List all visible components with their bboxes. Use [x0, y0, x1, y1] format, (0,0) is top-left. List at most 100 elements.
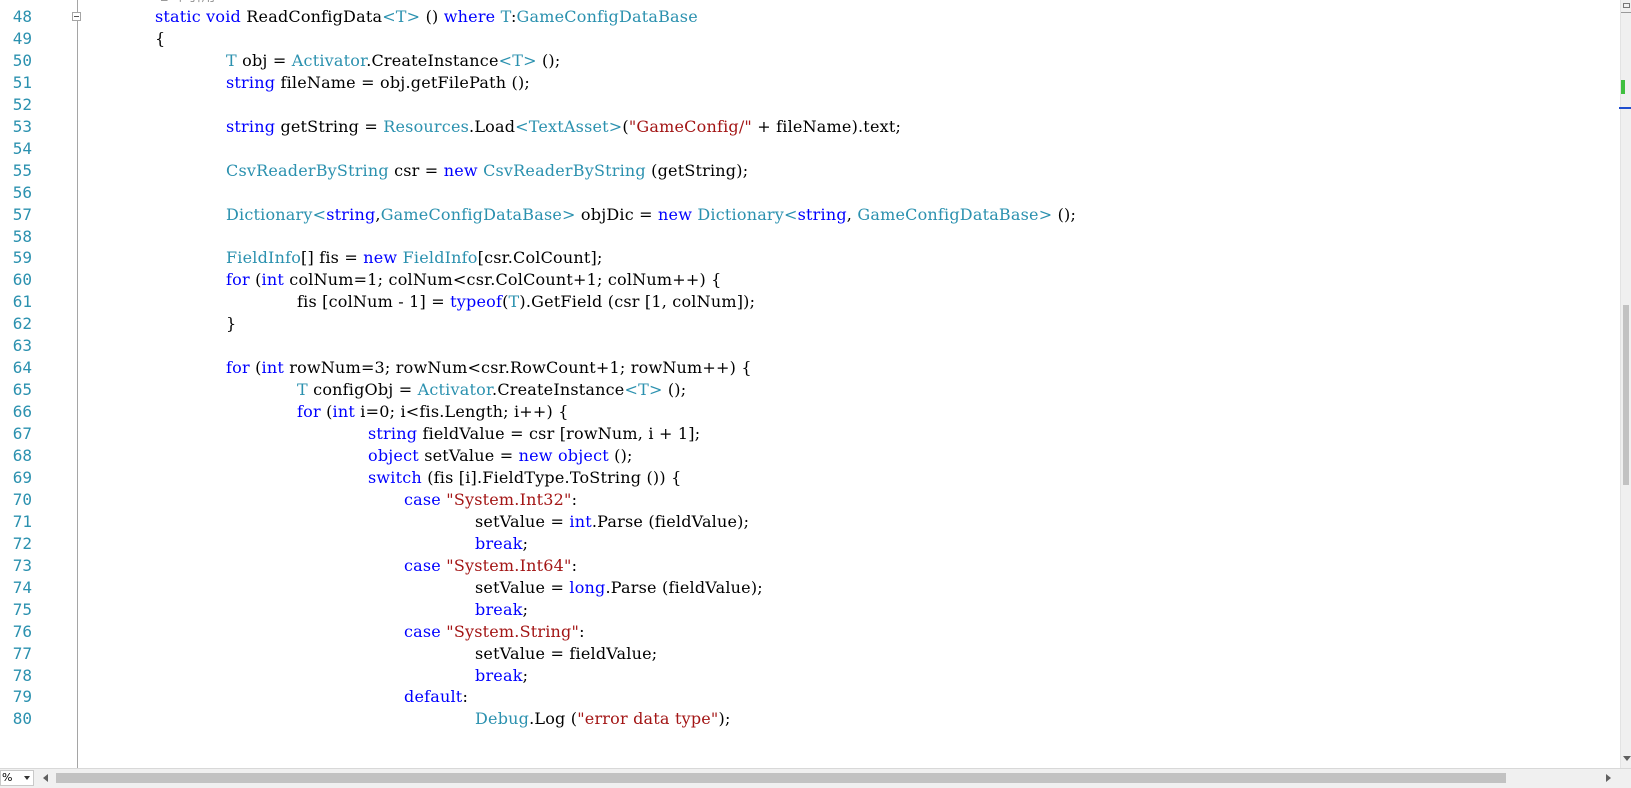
line-number: 59 — [12, 248, 32, 268]
code-token-plain: ; — [522, 599, 529, 619]
line-number: 79 — [12, 687, 32, 707]
code-token-kw: string — [226, 72, 276, 92]
code-line: 56 — [0, 182, 1600, 205]
code-token-type: <T> — [382, 7, 421, 26]
code-line: 53 string getString = Resources.Load<Text… — [0, 116, 1600, 139]
code-token-plain: , — [846, 204, 858, 224]
code-token-kw: string — [226, 116, 276, 136]
code-line: 54 — [0, 138, 1600, 161]
chevron-down-icon — [24, 776, 30, 780]
code-token-plain: rowNum=3; rowNum<csr.RowCount+1; rowNum+… — [284, 358, 752, 378]
code-token-plain: .Parse (fieldValue); — [605, 577, 763, 597]
code-token-kw: string — [368, 424, 418, 444]
code-token-kw: new — [363, 248, 403, 268]
line-code: } — [226, 313, 236, 336]
line-number: 73 — [12, 555, 32, 575]
code-token-type: GameConfigDataBase> — [380, 204, 576, 224]
code-line: 64 for (int rowNum=3; rowNum<csr.RowCount… — [0, 357, 1600, 380]
code-token-plain: setValue = — [418, 446, 519, 465]
line-code: T configObj = Activator.CreateInstance<T… — [297, 379, 686, 402]
code-token-type: CsvReaderByString — [226, 160, 389, 180]
vertical-scroll-thumb[interactable] — [1623, 305, 1629, 485]
code-token-plain: setValue = — [475, 511, 570, 531]
line-code: setValue = int.Parse (fieldValue); — [475, 511, 749, 534]
code-token-plain: setValue = — [475, 577, 570, 597]
code-token-type: <T> — [498, 50, 537, 70]
code-token-plain: (); — [1052, 204, 1077, 224]
code-token-kw: object — [368, 446, 419, 465]
code-token-kw: int — [332, 402, 355, 422]
code-token-plain: [] fis = — [301, 248, 364, 268]
line-code: switch (fis [i].FieldType.ToString ()) { — [368, 467, 681, 490]
code-token-plain: fileName = obj.getFilePath (); — [275, 72, 530, 92]
code-token-kw: int — [261, 358, 284, 378]
code-token-plain: : — [579, 621, 585, 641]
code-token-plain: colNum=1; colNum<csr.ColCount+1; colNum+… — [284, 270, 722, 290]
code-token-kw: for — [297, 402, 321, 422]
zoom-select[interactable]: % — [0, 770, 34, 786]
code-token-kw: new object — [518, 446, 609, 465]
scroll-left-arrow-icon[interactable] — [43, 774, 48, 782]
code-token-type: Activator — [417, 380, 493, 400]
vertical-scrollbar[interactable] — [1619, 0, 1631, 768]
code-line: 75 break; — [0, 599, 1600, 622]
line-number: 62 — [12, 314, 32, 334]
code-token-type: FieldInfo — [226, 248, 302, 268]
line-number: 65 — [12, 380, 32, 400]
code-token-kw: typeof — [450, 292, 503, 312]
code-token-plain: (); — [536, 50, 561, 70]
line-number: 71 — [12, 511, 32, 531]
code-token-kw: case — [404, 621, 447, 641]
code-token-plain: : — [571, 555, 578, 575]
line-code: string fileName = obj.getFilePath (); — [226, 72, 530, 95]
code-line: 68 object setValue = new object (); — [0, 445, 1600, 468]
code-token-kw: int — [261, 270, 284, 290]
line-number: 61 — [12, 292, 32, 312]
line-code: setValue = long.Parse (fieldValue); — [475, 577, 763, 600]
code-token-kw: new — [658, 204, 698, 224]
code-token-type: GameConfigDataBase — [516, 7, 698, 26]
code-token-plain: ( — [249, 358, 262, 378]
code-token-type: T — [508, 292, 520, 312]
line-code: T obj = Activator.CreateInstance<T> (); — [226, 50, 560, 73]
code-line: 55 CsvReaderByString csr = new CsvReaderB… — [0, 160, 1600, 183]
code-line: 78 break; — [0, 665, 1600, 688]
code-line: 63 — [0, 335, 1600, 358]
line-code: fis [colNum - 1] = typeof(T).GetField (c… — [297, 291, 755, 314]
line-number: 70 — [12, 489, 32, 509]
line-code: default: — [404, 686, 468, 709]
line-number: 53 — [12, 116, 32, 136]
line-code: string getString = Resources.Load<TextAs… — [226, 116, 901, 139]
code-token-type: Debug — [475, 709, 530, 729]
code-line: 57 Dictionary<string,GameConfigDataBase> … — [0, 204, 1600, 227]
scroll-down-arrow-icon[interactable] — [1623, 756, 1631, 761]
code-line: 52 — [0, 94, 1600, 117]
horizontal-scroll-thumb[interactable] — [56, 773, 1506, 783]
change-marker — [1621, 80, 1625, 94]
code-token-type: Resources — [383, 116, 470, 136]
line-number: 77 — [12, 643, 32, 663]
scroll-right-arrow-icon[interactable] — [1606, 774, 1611, 782]
line-number: 67 — [12, 424, 32, 444]
line-code: FieldInfo[] fis = new FieldInfo[csr.ColC… — [226, 247, 603, 270]
split-window-icon[interactable] — [1621, 0, 1631, 13]
code-token-plain: ( — [249, 270, 262, 290]
line-number: 64 — [12, 358, 32, 378]
code-token-plain: .CreateInstance — [366, 50, 499, 70]
line-number: 72 — [12, 533, 32, 553]
code-token-plain: fis [colNum - 1] = — [297, 292, 451, 312]
code-token-kw: static void — [155, 7, 247, 26]
code-token-str: "System.Int32" — [446, 489, 572, 509]
code-token-plain: (getString); — [645, 160, 749, 180]
line-number: 48 — [12, 7, 32, 26]
line-number: 55 — [12, 160, 32, 180]
code-token-kw: case — [404, 555, 447, 575]
code-line: 67 string fieldValue = csr [rowNum, i + 1… — [0, 423, 1600, 446]
code-token-plain: ( — [320, 402, 333, 422]
code-line: 50 T obj = Activator.CreateInstance<T> ()… — [0, 50, 1600, 73]
line-number: 66 — [12, 402, 32, 422]
line-number: 56 — [12, 182, 32, 202]
code-editor[interactable]: 2 个引用48static void ReadConfigData<T> () … — [0, 0, 1620, 768]
code-line: 73 case "System.Int64": — [0, 555, 1600, 578]
code-token-str: "error data type" — [577, 709, 719, 729]
